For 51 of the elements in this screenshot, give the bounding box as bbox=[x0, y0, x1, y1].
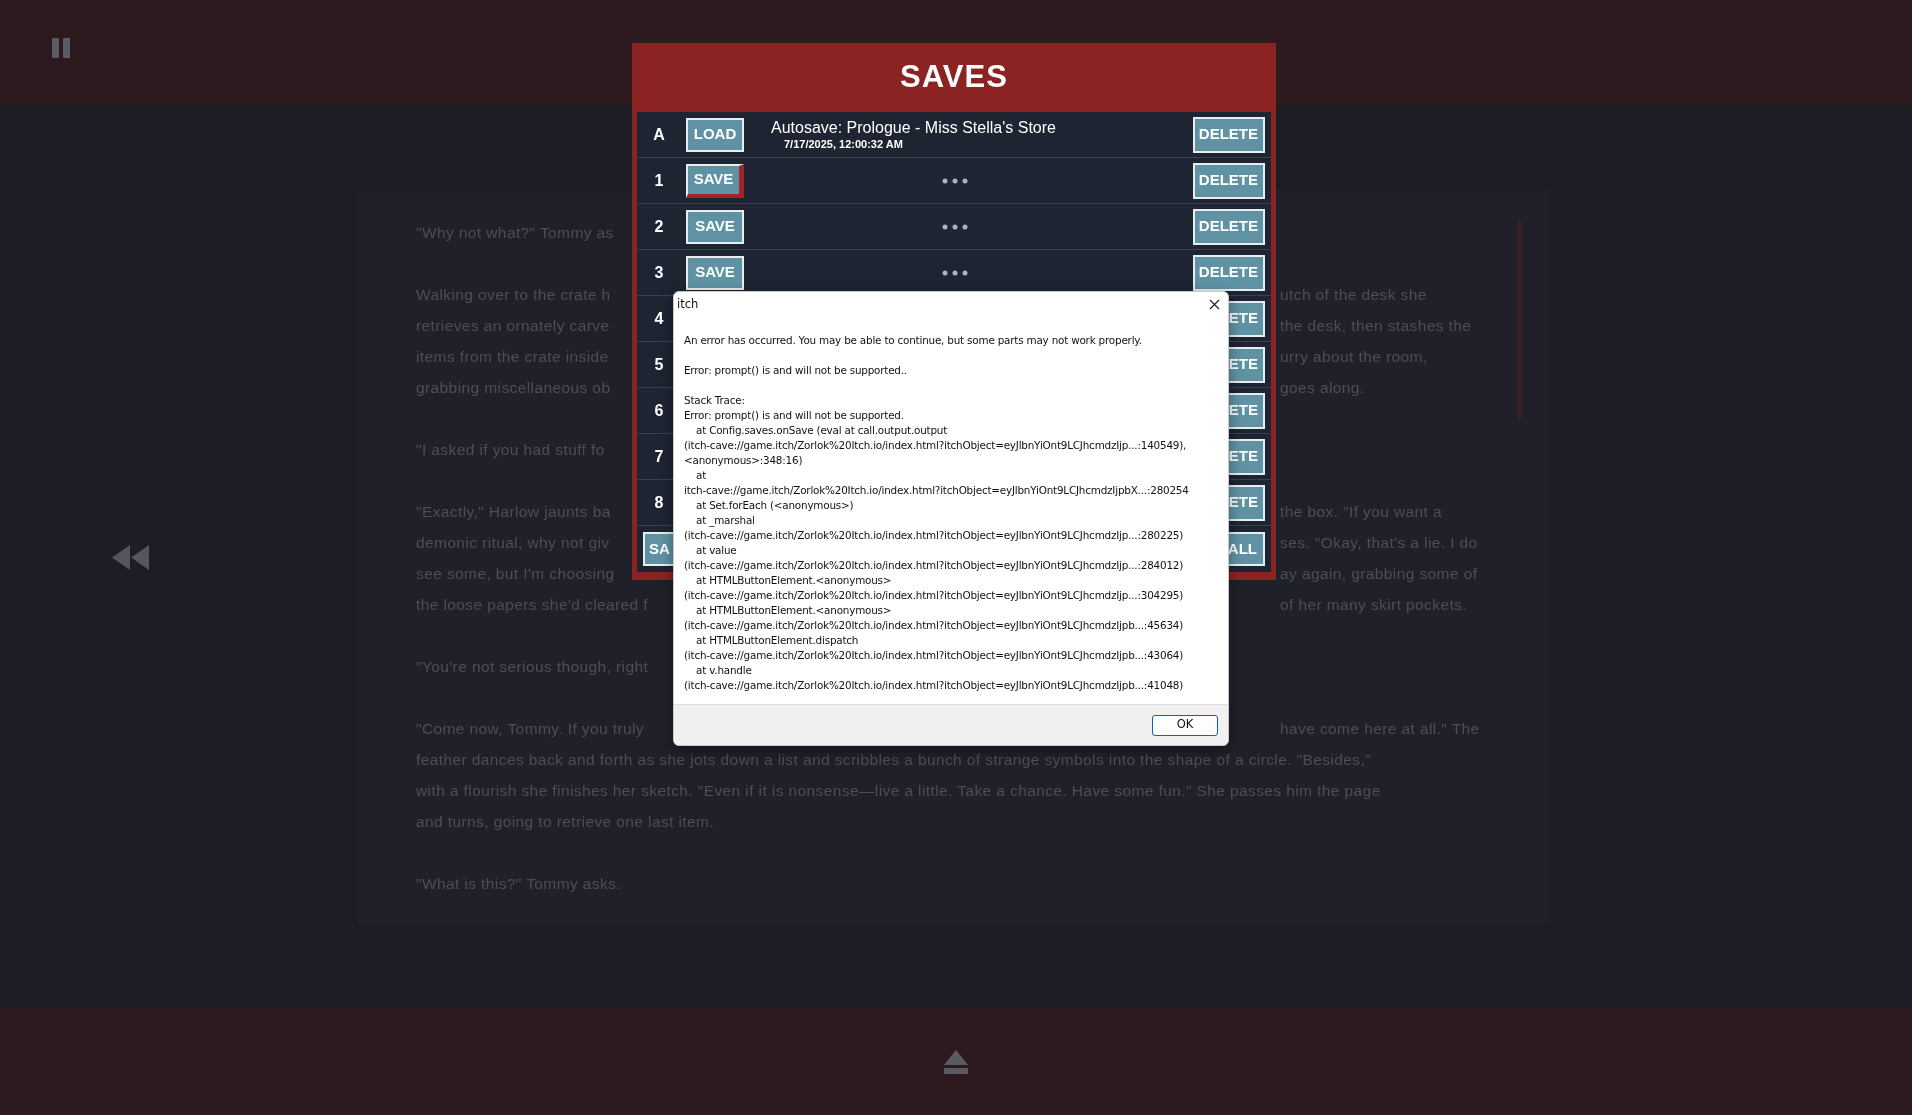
slot-label: 1 bbox=[653, 170, 665, 191]
stack-trace-line: Error: prompt() is and will not be supported. bbox=[684, 408, 905, 423]
stack-trace-line: <anonymous>:348:16) bbox=[684, 453, 804, 468]
dialog-title: SAVES bbox=[899, 58, 1009, 97]
stack-trace-line: (itch-cave://game.itch/Zorlok%20Itch.io/index.html?itchObject=eyJlbnYiOnt9LCJhcmdzIjp...:140549), bbox=[684, 438, 1188, 453]
ellipsis-icon bbox=[942, 177, 968, 184]
stack-trace-line: at HTMLButtonElement.dispatch bbox=[695, 633, 860, 648]
dialog-title: itch bbox=[677, 295, 699, 313]
delete-button[interactable]: DELETE bbox=[1193, 116, 1265, 153]
stack-trace-line: at _marshal bbox=[695, 513, 756, 528]
stack-trace-line: at v.handle bbox=[695, 663, 753, 678]
save-title: Autosave: Prologue - Miss Stella's Store bbox=[770, 118, 1057, 137]
stack-trace-line: at Set.forEach (<anonymous>) bbox=[695, 498, 855, 513]
stack-trace-line: (itch-cave://game.itch/Zorlok%20Itch.io/index.html?itchObject=eyJlbnYiOnt9LCJhcmdzIjpb...:43064) bbox=[684, 648, 1185, 663]
save-button[interactable]: SAVE bbox=[686, 255, 744, 290]
stack-trace-line: (itch-cave://game.itch/Zorlok%20Itch.io/index.html?itchObject=eyJlbnYiOnt9LCJhcmdzIjp...:280225) bbox=[684, 528, 1185, 543]
stack-trace-line: at bbox=[695, 468, 708, 483]
stack-trace-line: at HTMLButtonElement.<anonymous> bbox=[695, 603, 893, 618]
slot-label: 8 bbox=[653, 492, 665, 513]
close-icon[interactable] bbox=[1209, 299, 1220, 310]
eject-icon[interactable] bbox=[943, 1048, 969, 1075]
slot-label: 3 bbox=[653, 262, 665, 283]
stack-trace-line: (itch-cave://game.itch/Zorlok%20Itch.io/index.html?itchObject=eyJlbnYiOnt9LCJhcmdzIjp...:284012) bbox=[684, 558, 1185, 573]
save-button[interactable]: SAVE bbox=[686, 209, 744, 244]
slot-label: 4 bbox=[653, 308, 665, 329]
ok-button[interactable]: OK bbox=[1152, 714, 1218, 736]
save-button[interactable]: SAVE bbox=[686, 163, 744, 198]
stack-trace-line: (itch-cave://game.itch/Zorlok%20Itch.io/index.html?itchObject=eyJlbnYiOnt9LCJhcmdzIjpb...:45634) bbox=[684, 618, 1185, 633]
error-message: An error has occurred. You may be able to continue, but some parts may not work properly. bbox=[684, 333, 1143, 348]
stack-trace-heading: Stack Trace: bbox=[684, 393, 746, 408]
stack-trace-line: at HTMLButtonElement.<anonymous> bbox=[695, 573, 893, 588]
load-button[interactable]: LOAD bbox=[686, 117, 744, 152]
stack-trace-line: (itch-cave://game.itch/Zorlok%20Itch.io/index.html?itchObject=eyJlbnYiOnt9LCJhcmdzIjp...:304295) bbox=[684, 588, 1185, 603]
pause-icon[interactable] bbox=[51, 38, 71, 58]
ellipsis-icon bbox=[942, 223, 968, 230]
delete-button[interactable]: DELETE bbox=[1193, 208, 1265, 245]
rewind-icon[interactable] bbox=[112, 545, 149, 570]
stack-trace-line: (itch-cave://game.itch/Zorlok%20Itch.io/index.html?itchObject=eyJlbnYiOnt9LCJhcmdzIjpb...:41048) bbox=[684, 678, 1185, 693]
stack-trace-line: at value bbox=[695, 543, 738, 558]
delete-button[interactable]: DELETE bbox=[1193, 162, 1265, 199]
save-date: 7/17/2025, 12:00:32 AM bbox=[783, 136, 904, 151]
stack-trace-line: itch-cave://game.itch/Zorlok%20Itch.io/index.html?itchObject=eyJlbnYiOnt9LCJhcmdzIjpbX...:280254 bbox=[684, 483, 1190, 498]
ellipsis-icon bbox=[942, 269, 968, 276]
slot-label: 6 bbox=[653, 400, 665, 421]
error-text: Error: prompt() is and will not be supported.. bbox=[684, 363, 908, 378]
stack-trace-line: at Config.saves.onSave (eval at call.output.output bbox=[695, 423, 949, 438]
slot-label: 5 bbox=[653, 354, 665, 375]
slot-label: 2 bbox=[653, 216, 665, 237]
delete-button[interactable]: DELETE bbox=[1193, 254, 1265, 291]
slot-label: 7 bbox=[653, 446, 665, 467]
slot-label: A bbox=[652, 124, 666, 145]
